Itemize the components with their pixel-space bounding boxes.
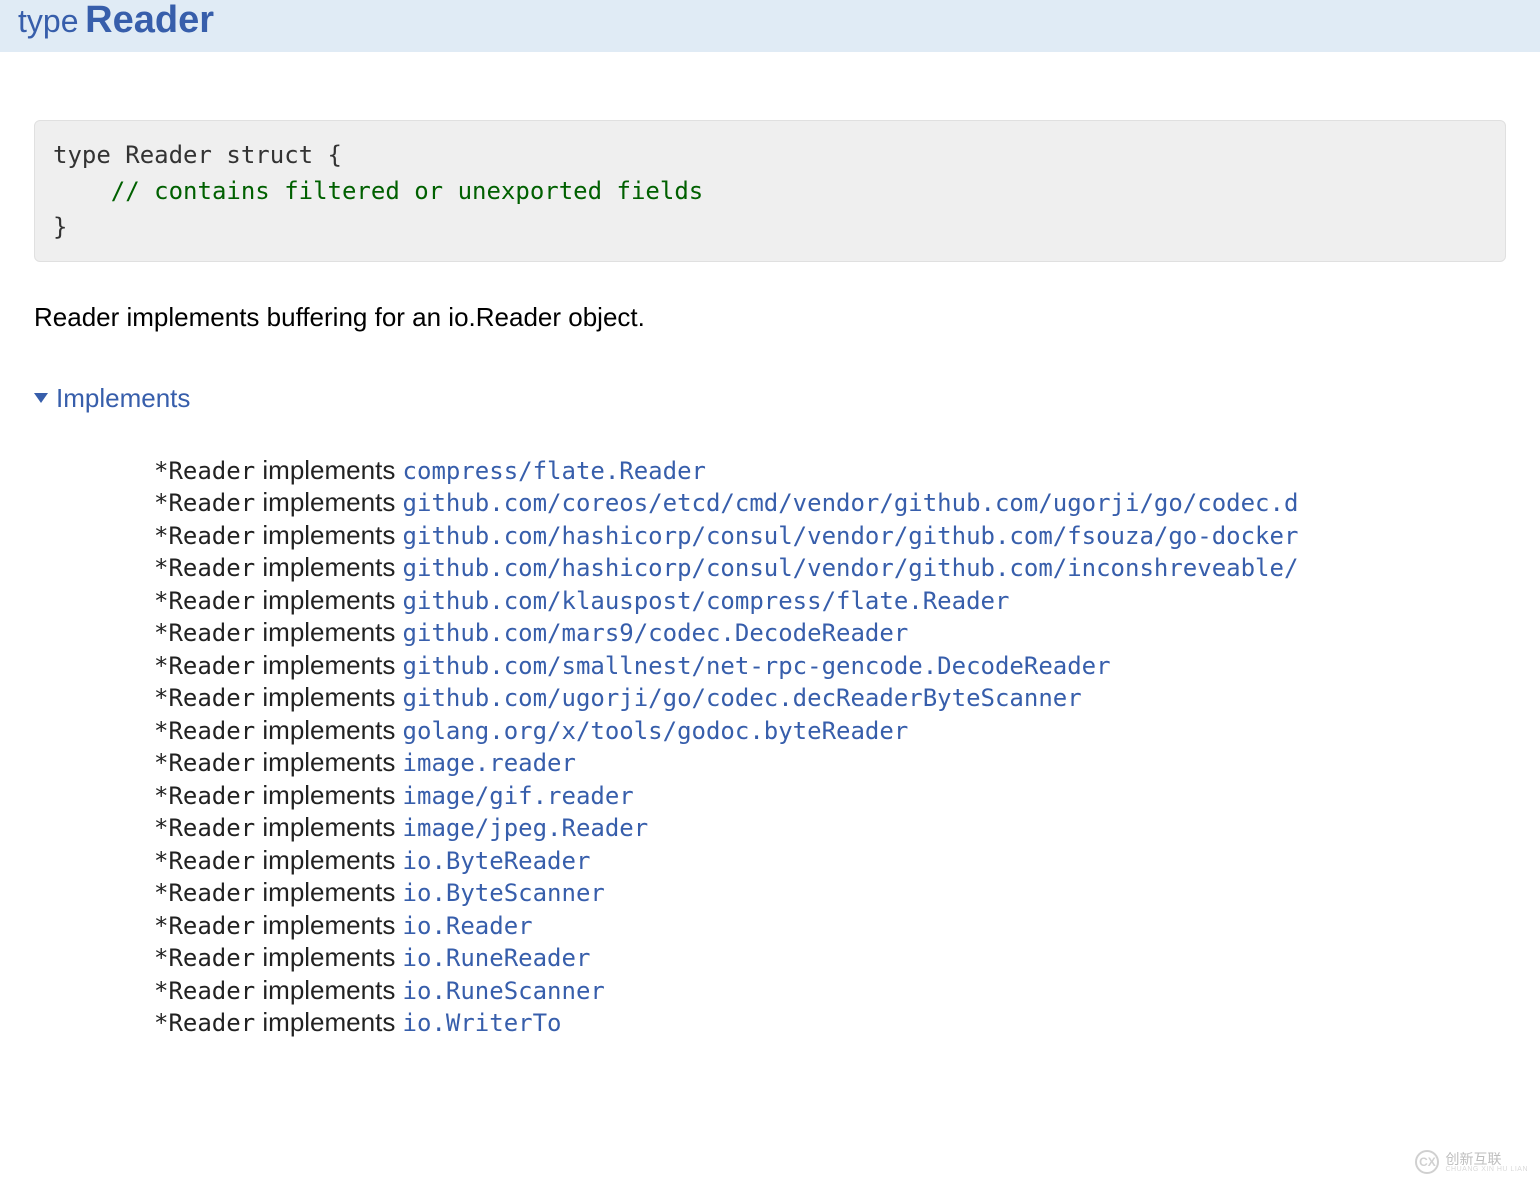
type-header: type Reader: [0, 0, 1540, 52]
implements-link[interactable]: compress/flate.Reader: [403, 457, 706, 485]
implements-type-prefix: *Reader: [154, 1009, 255, 1037]
implements-row: *Reader implements golang.org/x/tools/go…: [154, 714, 1506, 747]
implements-link[interactable]: io.RuneScanner: [403, 977, 605, 1005]
implements-type-prefix: *Reader: [154, 684, 255, 712]
implements-verb: implements: [255, 877, 402, 907]
implements-row: *Reader implements io.RuneScanner: [154, 974, 1506, 1007]
implements-type-prefix: *Reader: [154, 522, 255, 550]
implements-link[interactable]: github.com/ugorji/go/codec.decReaderByte…: [403, 684, 1082, 712]
implements-type-prefix: *Reader: [154, 489, 255, 517]
implements-label: Implements: [56, 383, 190, 414]
implements-type-prefix: *Reader: [154, 847, 255, 875]
implements-link[interactable]: image/gif.reader: [403, 782, 634, 810]
implements-row: *Reader implements github.com/mars9/code…: [154, 616, 1506, 649]
implements-row: *Reader implements image/gif.reader: [154, 779, 1506, 812]
implements-verb: implements: [255, 845, 402, 875]
implements-link[interactable]: github.com/hashicorp/consul/vendor/githu…: [403, 522, 1299, 550]
implements-link[interactable]: github.com/klauspost/compress/flate.Read…: [403, 587, 1010, 615]
implements-link[interactable]: image.reader: [403, 749, 576, 777]
implements-verb: implements: [255, 617, 402, 647]
implements-link[interactable]: github.com/coreos/etcd/cmd/vendor/github…: [403, 489, 1299, 517]
implements-type-prefix: *Reader: [154, 912, 255, 940]
type-description: Reader implements buffering for an io.Re…: [34, 302, 1506, 333]
implements-type-prefix: *Reader: [154, 782, 255, 810]
implements-verb: implements: [255, 585, 402, 615]
implements-link[interactable]: github.com/mars9/codec.DecodeReader: [403, 619, 909, 647]
implements-verb: implements: [255, 715, 402, 745]
implements-verb: implements: [255, 910, 402, 940]
code-block: type Reader struct { // contains filtere…: [34, 120, 1506, 262]
content-area: type Reader struct { // contains filtere…: [0, 120, 1540, 1079]
implements-verb: implements: [255, 1007, 402, 1037]
implements-row: *Reader implements io.RuneReader: [154, 941, 1506, 974]
implements-verb: implements: [255, 812, 402, 842]
implements-row: *Reader implements github.com/klauspost/…: [154, 584, 1506, 617]
implements-verb: implements: [255, 650, 402, 680]
implements-type-prefix: *Reader: [154, 554, 255, 582]
implements-row: *Reader implements github.com/coreos/etc…: [154, 486, 1506, 519]
implements-verb: implements: [255, 487, 402, 517]
implements-link[interactable]: golang.org/x/tools/godoc.byteReader: [403, 717, 909, 745]
implements-verb: implements: [255, 552, 402, 582]
watermark-logo-icon: CX: [1415, 1150, 1439, 1174]
implements-list: *Reader implements compress/flate.Reader…: [34, 454, 1506, 1039]
implements-type-prefix: *Reader: [154, 749, 255, 777]
implements-link[interactable]: io.WriterTo: [403, 1009, 562, 1037]
code-line-1: type Reader struct {: [53, 141, 342, 169]
code-line-3: }: [53, 213, 67, 241]
implements-link[interactable]: io.ByteReader: [403, 847, 591, 875]
implements-link[interactable]: image/jpeg.Reader: [403, 814, 649, 842]
implements-row: *Reader implements io.Reader: [154, 909, 1506, 942]
implements-verb: implements: [255, 975, 402, 1005]
implements-row: *Reader implements io.WriterTo: [154, 1006, 1506, 1039]
implements-verb: implements: [255, 780, 402, 810]
implements-row: *Reader implements io.ByteScanner: [154, 876, 1506, 909]
implements-type-prefix: *Reader: [154, 879, 255, 907]
implements-link[interactable]: github.com/smallnest/net-rpc-gencode.Dec…: [403, 652, 1111, 680]
implements-row: *Reader implements image/jpeg.Reader: [154, 811, 1506, 844]
implements-row: *Reader implements github.com/hashicorp/…: [154, 519, 1506, 552]
implements-row: *Reader implements compress/flate.Reader: [154, 454, 1506, 487]
implements-type-prefix: *Reader: [154, 652, 255, 680]
triangle-down-icon: [34, 393, 48, 403]
implements-verb: implements: [255, 455, 402, 485]
implements-link[interactable]: github.com/hashicorp/consul/vendor/githu…: [403, 554, 1299, 582]
implements-verb: implements: [255, 942, 402, 972]
implements-verb: implements: [255, 520, 402, 550]
implements-link[interactable]: io.ByteScanner: [403, 879, 605, 907]
implements-row: *Reader implements github.com/ugorji/go/…: [154, 681, 1506, 714]
implements-type-prefix: *Reader: [154, 457, 255, 485]
implements-toggle[interactable]: Implements: [34, 383, 190, 414]
code-comment: // contains filtered or unexported field…: [111, 177, 703, 205]
implements-type-prefix: *Reader: [154, 717, 255, 745]
implements-link[interactable]: io.RuneReader: [403, 944, 591, 972]
implements-row: *Reader implements io.ByteReader: [154, 844, 1506, 877]
implements-verb: implements: [255, 747, 402, 777]
implements-type-prefix: *Reader: [154, 944, 255, 972]
implements-row: *Reader implements github.com/smallnest/…: [154, 649, 1506, 682]
type-keyword: type: [18, 3, 78, 39]
watermark: CX 创新互联 CHUANG XIN HU LIAN: [1415, 1150, 1528, 1174]
implements-row: *Reader implements github.com/hashicorp/…: [154, 551, 1506, 584]
watermark-en: CHUANG XIN HU LIAN: [1445, 1166, 1528, 1173]
implements-type-prefix: *Reader: [154, 977, 255, 1005]
implements-row: *Reader implements image.reader: [154, 746, 1506, 779]
implements-type-prefix: *Reader: [154, 814, 255, 842]
implements-type-prefix: *Reader: [154, 587, 255, 615]
implements-verb: implements: [255, 682, 402, 712]
implements-link[interactable]: io.Reader: [403, 912, 533, 940]
implements-type-prefix: *Reader: [154, 619, 255, 647]
type-name: Reader: [85, 0, 214, 41]
watermark-text: 创新互联 CHUANG XIN HU LIAN: [1445, 1152, 1528, 1173]
watermark-zh: 创新互联: [1445, 1152, 1528, 1166]
